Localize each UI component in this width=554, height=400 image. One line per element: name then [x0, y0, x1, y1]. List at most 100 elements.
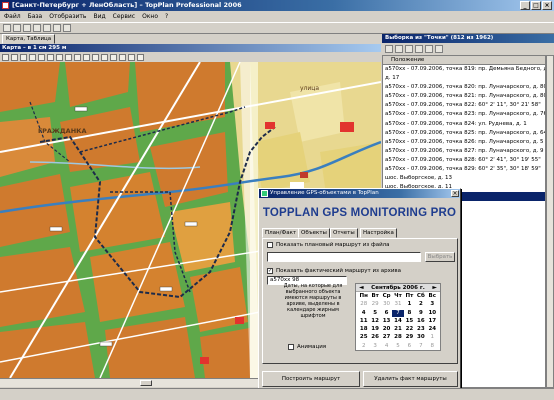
- calendar-day[interactable]: 30: [415, 334, 426, 342]
- calendar-day[interactable]: 1: [427, 334, 438, 342]
- calendar-day[interactable]: 29: [404, 334, 415, 342]
- calendar-day[interactable]: 8: [404, 310, 415, 318]
- calendar-day[interactable]: 5: [369, 310, 380, 318]
- calendar-day[interactable]: 25: [358, 334, 369, 342]
- prev-month-icon[interactable]: ◄: [359, 284, 364, 292]
- table-row[interactable]: a570xx - 07.09.2006, точка 827: пр. Луна…: [383, 147, 545, 156]
- calendar-day[interactable]: 28: [392, 334, 403, 342]
- close-button[interactable]: ×: [542, 1, 552, 10]
- calendar-day[interactable]: 29: [369, 301, 380, 309]
- table-row[interactable]: a570xx - 07.09.2006, точка 826: пр. Луна…: [383, 138, 545, 147]
- calendar-day[interactable]: 16: [415, 318, 426, 326]
- table-row[interactable]: a570xx - 07.09.2006, точка 819: пр. Демь…: [383, 65, 545, 74]
- points-vertical-scrollbar[interactable]: [546, 55, 554, 388]
- dialog-close-button[interactable]: ×: [451, 190, 459, 197]
- table-row[interactable]: a570xx - 07.09.2006, точка 828: 60° 2' 4…: [383, 156, 545, 165]
- next-month-icon[interactable]: ►: [432, 284, 437, 292]
- export-icon[interactable]: [435, 45, 443, 53]
- next-record-icon[interactable]: [405, 45, 413, 53]
- refresh-icon[interactable]: [101, 53, 108, 61]
- ruler-icon[interactable]: [47, 53, 54, 61]
- calendar-day[interactable]: 20: [381, 326, 392, 334]
- line-icon[interactable]: [65, 53, 72, 61]
- choose-file-button[interactable]: Выбрать: [425, 252, 455, 262]
- last-record-icon[interactable]: [415, 45, 423, 53]
- calendar-day[interactable]: 23: [415, 326, 426, 334]
- menu-base[interactable]: База: [28, 11, 43, 22]
- filter-icon[interactable]: [425, 45, 433, 53]
- calendar-day[interactable]: 22: [404, 326, 415, 334]
- calendar-day[interactable]: 8: [427, 343, 438, 351]
- binoculars-icon[interactable]: [110, 53, 117, 61]
- save-icon[interactable]: [23, 24, 31, 32]
- select-icon[interactable]: [38, 53, 45, 61]
- open-icon[interactable]: [13, 24, 21, 32]
- calendar-day[interactable]: 7: [415, 343, 426, 351]
- column-header-position[interactable]: Положение: [383, 56, 545, 65]
- calendar-day[interactable]: 1: [404, 301, 415, 309]
- gps-icon[interactable]: [137, 53, 144, 61]
- calendar-day[interactable]: 4: [381, 343, 392, 351]
- calendar-day[interactable]: 3: [369, 343, 380, 351]
- calendar-day[interactable]: 14: [392, 318, 403, 326]
- tab-plan-fact[interactable]: План/Факт: [262, 228, 300, 238]
- calendar-day[interactable]: 26: [369, 334, 380, 342]
- calendar-day[interactable]: 9: [415, 310, 426, 318]
- calendar-day[interactable]: 15: [404, 318, 415, 326]
- menu-service[interactable]: Сервис: [113, 11, 135, 22]
- layers-icon[interactable]: [92, 53, 99, 61]
- calendar-day[interactable]: 2: [358, 343, 369, 351]
- tab-reports[interactable]: Отчеты: [330, 228, 358, 238]
- table-row[interactable]: a570xx - 07.09.2006, точка 824: ул. Рудн…: [383, 120, 545, 129]
- table-icon[interactable]: [128, 53, 135, 61]
- table-row[interactable]: д. 17: [383, 74, 545, 83]
- table-row[interactable]: a570xx - 07.09.2006, точка 821: пр. Луна…: [383, 92, 545, 101]
- calendar-day[interactable]: 12: [369, 318, 380, 326]
- calendar-day[interactable]: 18: [358, 326, 369, 334]
- table-row[interactable]: a570xx - 07.09.2006, точка 823: пр. Луна…: [383, 110, 545, 119]
- table-row[interactable]: a570xx - 07.09.2006, точка 822: 60° 2' 1…: [383, 101, 545, 110]
- calendar-day[interactable]: 28: [358, 301, 369, 309]
- calendar-day[interactable]: 5: [392, 343, 403, 351]
- build-route-button[interactable]: Построить маршрут: [262, 371, 360, 387]
- info-icon[interactable]: [119, 53, 126, 61]
- tab-map-table[interactable]: Карта, Таблица: [2, 34, 56, 44]
- table-row[interactable]: шос. Выборгское, д. 13: [383, 174, 545, 183]
- delete-fact-routes-button[interactable]: Удалить факт маршруты: [363, 371, 458, 387]
- tab-settings[interactable]: Настройка: [360, 228, 397, 238]
- tab-objects[interactable]: Объекты: [298, 228, 330, 238]
- menu-help[interactable]: ?: [165, 11, 168, 22]
- text-icon[interactable]: [56, 53, 63, 61]
- new-icon[interactable]: [3, 24, 11, 32]
- menu-file[interactable]: Файл: [4, 11, 21, 22]
- date-calendar[interactable]: ◄ Сентябрь 2006 г. ► Пн Вт Ср Чт Пт Сб Вс 28 29 3…: [355, 283, 441, 351]
- calendar-day[interactable]: 6: [381, 310, 392, 318]
- first-record-icon[interactable]: [385, 45, 393, 53]
- calendar-day[interactable]: 17: [427, 318, 438, 326]
- table-row[interactable]: a570xx - 07.09.2006, точка 825: пр. Луна…: [383, 129, 545, 138]
- zoom-in-icon[interactable]: [11, 53, 18, 61]
- calendar-day[interactable]: 10: [427, 310, 438, 318]
- menu-window[interactable]: Окно: [142, 11, 158, 22]
- calendar-day[interactable]: 27: [381, 334, 392, 342]
- copy-icon[interactable]: [53, 24, 61, 32]
- print-icon[interactable]: [33, 24, 41, 32]
- cut-icon[interactable]: [43, 24, 51, 32]
- zoom-out-icon[interactable]: [20, 53, 27, 61]
- calendar-day[interactable]: 19: [369, 326, 380, 334]
- paste-icon[interactable]: [63, 24, 71, 32]
- menu-view[interactable]: Вид: [93, 11, 105, 22]
- calendar-day[interactable]: 2: [415, 301, 426, 309]
- table-row[interactable]: a570xx - 07.09.2006, точка 820: пр. Луна…: [383, 83, 545, 92]
- calendar-day[interactable]: 4: [358, 310, 369, 318]
- polygon-icon[interactable]: [74, 53, 81, 61]
- prev-record-icon[interactable]: [395, 45, 403, 53]
- minimize-button[interactable]: _: [520, 1, 530, 10]
- plan-file-input[interactable]: [267, 252, 421, 262]
- show-fact-checkbox[interactable]: ✓: [267, 268, 273, 274]
- calendar-day[interactable]: 3: [427, 301, 438, 309]
- calendar-day[interactable]: 11: [358, 318, 369, 326]
- calendar-day[interactable]: 6: [404, 343, 415, 351]
- pan-icon[interactable]: [29, 53, 36, 61]
- menu-show[interactable]: Отобразить: [49, 11, 86, 22]
